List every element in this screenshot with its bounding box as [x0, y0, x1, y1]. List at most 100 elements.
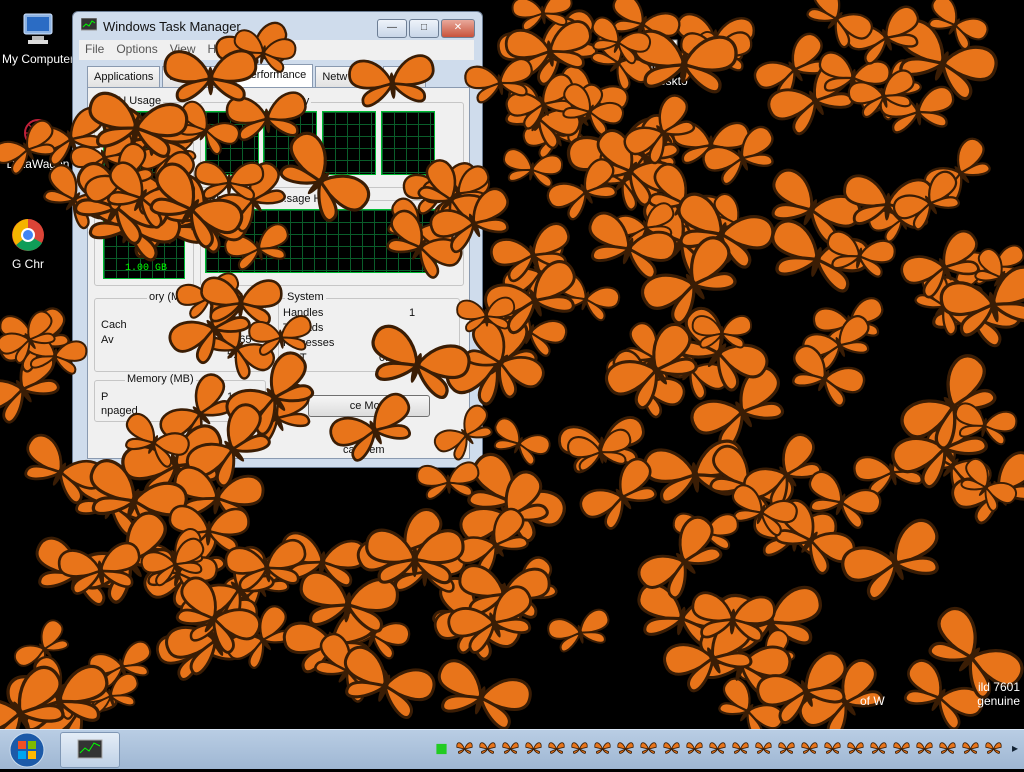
available-label: Av — [101, 334, 114, 346]
monarch-butterfly — [156, 612, 241, 681]
monarch-butterfly — [732, 484, 798, 537]
tray-butterfly-icon[interactable] — [594, 742, 611, 756]
title-bar[interactable]: Windows Task Manager — [80, 17, 241, 35]
watermark-line-1: ild 7601 — [977, 680, 1020, 694]
tray-butterfly-icon[interactable] — [732, 742, 749, 756]
monarch-butterfly — [812, 297, 884, 347]
task-manager-icon — [77, 739, 103, 759]
cached-value: 205 — [227, 319, 246, 331]
monarch-butterfly — [522, 108, 584, 159]
handles-label: Handles — [283, 307, 324, 319]
uptime-label: Up T — [283, 352, 307, 364]
monarch-butterfly — [502, 235, 571, 303]
monarch-butterfly — [767, 59, 854, 136]
task-manager-window[interactable]: Windows Task Manager — □ ✕ File Options … — [72, 11, 483, 468]
tray-butterfly-icon[interactable] — [686, 742, 703, 756]
desktop-icon-butterfly-shortcut[interactable]: Butterfly on Deskto — [624, 38, 714, 88]
tray-butterfly-icon[interactable] — [663, 742, 680, 756]
monarch-butterfly — [690, 366, 784, 451]
monarch-butterfly — [224, 538, 307, 592]
monarch-butterfly — [281, 531, 367, 587]
menu-options[interactable]: Options — [110, 40, 163, 60]
monarch-butterfly — [853, 443, 927, 497]
tray-butterfly-icon[interactable] — [778, 742, 795, 756]
taskbar-task-manager-button[interactable] — [60, 732, 120, 768]
monarch-butterfly — [743, 433, 822, 509]
close-button[interactable]: ✕ — [441, 19, 475, 38]
monarch-butterfly — [691, 315, 753, 349]
memory-history-title: Physical Mem...sage History — [207, 193, 350, 205]
desktop-icon-chrome[interactable]: G Chr — [0, 215, 66, 271]
tab-networking[interactable]: Netw — [315, 66, 382, 87]
monarch-butterfly — [736, 629, 796, 688]
tray-expand-arrow[interactable]: ▸ — [1012, 741, 1018, 755]
watermark-line-2: of W genuine — [860, 694, 1020, 708]
minimize-button[interactable]: — — [377, 19, 407, 38]
monarch-butterfly — [606, 335, 666, 389]
monarch-butterfly — [914, 270, 981, 336]
monarch-butterfly — [900, 354, 997, 450]
tray-butterfly-icon[interactable] — [893, 742, 910, 756]
monarch-butterfly — [482, 556, 558, 627]
memory-history-group: Physical Mem...sage History — [200, 193, 464, 286]
tray-butterfly-icon[interactable] — [548, 742, 565, 756]
monarch-butterfly — [140, 537, 205, 587]
available-value: 7165 — [227, 334, 252, 346]
monarch-butterfly — [613, 131, 676, 184]
monarch-butterfly — [637, 516, 723, 600]
monarch-butterfly — [718, 677, 785, 729]
tray-butterfly-icon[interactable] — [456, 742, 473, 756]
menu-help[interactable]: Help — [202, 40, 239, 60]
monarch-butterfly — [923, 137, 991, 203]
monarch-butterfly — [677, 192, 775, 269]
tray-butterfly-icon[interactable] — [939, 742, 956, 756]
monarch-butterfly — [437, 659, 532, 729]
processes-label: Processes — [283, 337, 335, 349]
tray-monitor-icon[interactable] — [433, 742, 450, 756]
menu-file[interactable]: File — [79, 40, 110, 60]
tab-performance[interactable]: Performance — [236, 64, 314, 87]
monarch-butterfly — [643, 439, 744, 504]
monarch-butterfly — [6, 664, 109, 729]
tray-butterfly-icon[interactable] — [479, 742, 496, 756]
monarch-butterfly — [558, 416, 645, 474]
menu-view[interactable]: View — [164, 40, 202, 60]
system-group: System Handles 1 Threads Processes Up T … — [278, 291, 460, 372]
maximize-button[interactable]: □ — [409, 19, 439, 38]
monarch-butterfly — [143, 544, 218, 598]
system-title: System — [285, 291, 326, 303]
memory-usage-value: 1.00 GB — [125, 263, 168, 274]
nonpaged-label: npaged — [101, 405, 138, 417]
tray-butterfly-icon[interactable] — [709, 742, 726, 756]
tray-butterfly-icon[interactable] — [801, 742, 818, 756]
resource-monitor-button[interactable]: ce Moni — [308, 395, 430, 417]
tab-applications[interactable]: Applications — [87, 66, 161, 87]
tray-butterfly-icon[interactable] — [617, 742, 634, 756]
monarch-butterfly — [900, 229, 980, 299]
monarch-butterfly — [168, 504, 250, 553]
tray-butterfly-icon[interactable] — [502, 742, 519, 756]
tray-butterfly-icon[interactable] — [870, 742, 887, 756]
tray-butterfly-icon[interactable] — [824, 742, 841, 756]
monarch-butterfly — [13, 619, 69, 674]
tab-processes[interactable]: Proce — [162, 66, 235, 87]
tray-butterfly-icon[interactable] — [847, 742, 864, 756]
tray-butterfly-icon[interactable] — [985, 742, 1002, 756]
desktop-icon-datawagon[interactable]: DataWagon — [0, 115, 76, 171]
start-button[interactable] — [5, 730, 49, 769]
threads-label: Threads — [283, 322, 324, 334]
tray-butterfly-icon[interactable] — [571, 742, 588, 756]
tray-butterfly-icon[interactable] — [525, 742, 542, 756]
desktop-icon-my-computer[interactable]: My Computer — [0, 10, 76, 66]
monarch-butterfly — [432, 576, 521, 661]
tray-butterfly-icon[interactable] — [962, 742, 979, 756]
monarch-butterfly — [34, 664, 118, 729]
tab-users[interactable]: Users — [383, 66, 427, 87]
tray-butterfly-icon[interactable] — [640, 742, 657, 756]
monarch-butterfly — [500, 303, 568, 357]
windows-orb-icon — [9, 732, 45, 768]
watermark-of-windows: of W — [860, 694, 885, 708]
monarch-butterfly — [637, 582, 732, 648]
tray-butterfly-icon[interactable] — [755, 742, 772, 756]
tray-butterfly-icon[interactable] — [916, 742, 933, 756]
